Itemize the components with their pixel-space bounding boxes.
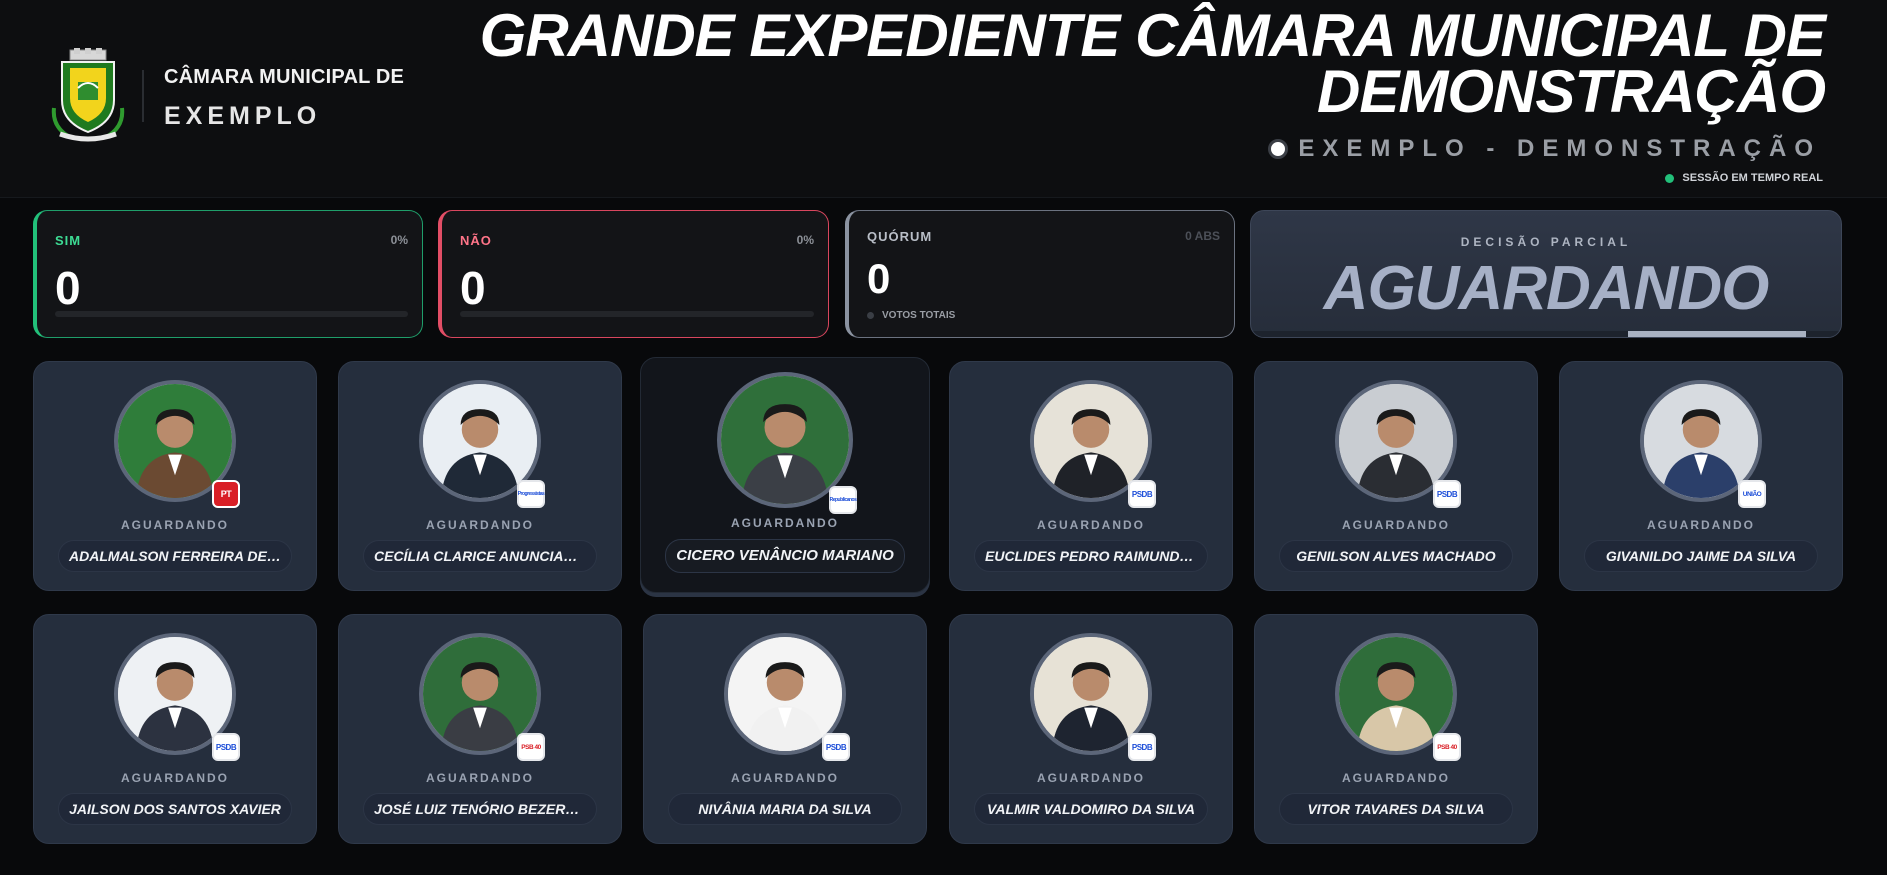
avatar-wrap: PSDB <box>1030 633 1156 761</box>
councillor-card[interactable]: PSDB AGUARDANDO VALMIR VALDOMIRO DA SILVA <box>949 614 1233 844</box>
votos-totais-label: VOTOS TOTAIS <box>882 310 956 321</box>
councillor-name: ADALMALSON FERREIRA DE MA... <box>58 540 292 572</box>
councillor-name: CICERO VENÂNCIO MARIANO <box>665 539 905 573</box>
stat-percent: 0% <box>390 233 408 247</box>
stat-card-sim: SIM 0% 0 <box>33 210 423 338</box>
brand-line2: EXEMPLO <box>164 102 322 130</box>
stat-progress-bar <box>460 311 814 317</box>
vote-status: AGUARDANDO <box>731 516 839 530</box>
councillor-card[interactable]: UNIÃO AGUARDANDO GIVANILDO JAIME DA SILVA <box>1559 361 1843 591</box>
councillor-name: EUCLIDES PEDRO RAIMUNDO N... <box>974 540 1208 572</box>
avatar-wrap: PSDB <box>114 633 240 761</box>
avatar-wrap: UNIÃO <box>1640 380 1766 508</box>
vote-status: AGUARDANDO <box>1647 518 1755 532</box>
coat-of-arms-logo <box>51 48 125 142</box>
councillor-card[interactable]: Republicanos AGUARDANDO CICERO VENÂNCIO MA… <box>640 357 930 593</box>
brand-line1: CÂMARA MUNICIPAL DE <box>164 66 405 88</box>
councillor-card[interactable]: PSDB AGUARDANDO GENILSON ALVES MACHADO <box>1254 361 1538 591</box>
vote-status: AGUARDANDO <box>1342 518 1450 532</box>
councillor-card[interactable]: PSB 40 AGUARDANDO VITOR TAVARES DA SILVA <box>1254 614 1538 844</box>
avatar-wrap: PSDB <box>724 633 850 761</box>
dot-icon <box>867 312 874 319</box>
avatar-wrap: PSB 40 <box>419 633 545 761</box>
stat-card-quorum: QUÓRUM 0 ABS 0 VOTOS TOTAIS <box>845 210 1235 338</box>
councillor-card[interactable]: PSDB AGUARDANDO EUCLIDES PEDRO RAIMUNDO N.… <box>949 361 1233 591</box>
vote-status: AGUARDANDO <box>1037 518 1145 532</box>
party-logo-icon: PSDB <box>212 733 240 761</box>
avatar-wrap: PSB 40 <box>1335 633 1461 761</box>
vote-status: AGUARDANDO <box>1342 771 1450 785</box>
councillor-name: JOSÉ LUIZ TENÓRIO BEZERRA J... <box>363 793 597 825</box>
vote-status: AGUARDANDO <box>426 771 534 785</box>
stat-value: 0 <box>55 262 81 314</box>
vote-status: AGUARDANDO <box>121 771 229 785</box>
stat-progress-bar <box>55 311 408 317</box>
vote-status: AGUARDANDO <box>426 518 534 532</box>
live-status: SESSÃO EM TEMPO REAL <box>1665 172 1823 184</box>
councillor-card[interactable]: PSB 40 AGUARDANDO JOSÉ LUIZ TENÓRIO BEZERR… <box>338 614 622 844</box>
party-logo-icon: PSB 40 <box>517 733 545 761</box>
avatar-wrap: PT <box>114 380 240 508</box>
party-logo-icon: PSDB <box>1128 480 1156 508</box>
votos-totais: VOTOS TOTAIS <box>867 310 955 321</box>
stat-label: SIM <box>55 233 82 248</box>
avatar-wrap: PSDB <box>1030 380 1156 508</box>
party-logo-icon: Progressistas <box>517 480 545 508</box>
live-dot-icon <box>1665 173 1675 183</box>
subtitle-text: EXEMPLO - DEMONSTRAÇÃO <box>1298 135 1821 162</box>
stat-label: QUÓRUM <box>867 229 933 244</box>
party-logo-icon: PSB 40 <box>1433 733 1461 761</box>
councillor-card[interactable]: PSDB AGUARDANDO NIVÂNIA MARIA DA SILVA <box>643 614 927 844</box>
party-logo-icon: UNIÃO <box>1738 480 1766 508</box>
brand-divider <box>142 70 144 122</box>
live-status-text: SESSÃO EM TEMPO REAL <box>1682 172 1823 184</box>
stat-label: NÃO <box>460 233 492 248</box>
councillor-name: GIVANILDO JAIME DA SILVA <box>1584 540 1818 572</box>
vote-status: AGUARDANDO <box>731 771 839 785</box>
party-logo-icon: PT <box>212 480 240 508</box>
party-logo-icon: Republicanos <box>829 486 857 514</box>
stat-value: 0 <box>460 262 486 314</box>
party-logo-icon: PSDB <box>1433 480 1461 508</box>
header: CÂMARA MUNICIPAL DE EXEMPLO GRANDE EXPED… <box>0 0 1887 198</box>
councillor-name: GENILSON ALVES MACHADO <box>1279 540 1513 572</box>
stat-card-nao: NÃO 0% 0 <box>438 210 829 338</box>
councillor-name: NIVÂNIA MARIA DA SILVA <box>668 793 902 825</box>
councillor-name: VALMIR VALDOMIRO DA SILVA <box>974 793 1208 825</box>
councillor-name: JAILSON DOS SANTOS XAVIER <box>58 793 292 825</box>
party-logo-icon: PSDB <box>822 733 850 761</box>
decision-progress-fill <box>1628 331 1806 337</box>
decision-value: AGUARDANDO <box>1323 254 1770 323</box>
avatar-wrap: Republicanos <box>717 372 857 514</box>
stat-abs: 0 ABS <box>1185 229 1220 243</box>
party-logo-icon: PSDB <box>1128 733 1156 761</box>
vote-status: AGUARDANDO <box>121 518 229 532</box>
stat-percent: 0% <box>796 233 814 247</box>
person-portrait-icon <box>721 376 849 504</box>
decision-label: DECISÃO PARCIAL <box>1460 235 1632 249</box>
session-subtitle: EXEMPLO - DEMONSTRAÇÃO <box>1268 135 1821 163</box>
councillor-name: CECÍLIA CLARICE ANUNCIADA ... <box>363 540 597 572</box>
decision-card: DECISÃO PARCIAL AGUARDANDO <box>1250 210 1842 338</box>
councillor-card[interactable]: PSDB AGUARDANDO JAILSON DOS SANTOS XAVIER <box>33 614 317 844</box>
councillor-card[interactable]: Progressistas AGUARDANDO CECÍLIA CLARICE A… <box>338 361 622 591</box>
avatar-wrap: Progressistas <box>419 380 545 508</box>
indicator-dot-icon <box>1268 139 1289 159</box>
avatar-wrap: PSDB <box>1335 380 1461 508</box>
decision-progress-track <box>1251 331 1841 337</box>
vote-status: AGUARDANDO <box>1037 771 1145 785</box>
session-title: GRANDE EXPEDIENTE CÂMARA MUNICIPAL DE DE… <box>479 2 1826 125</box>
councillor-card[interactable]: PT AGUARDANDO ADALMALSON FERREIRA DE MA... <box>33 361 317 591</box>
councillor-name: VITOR TAVARES DA SILVA <box>1279 793 1513 825</box>
stat-value: 0 <box>867 255 891 302</box>
